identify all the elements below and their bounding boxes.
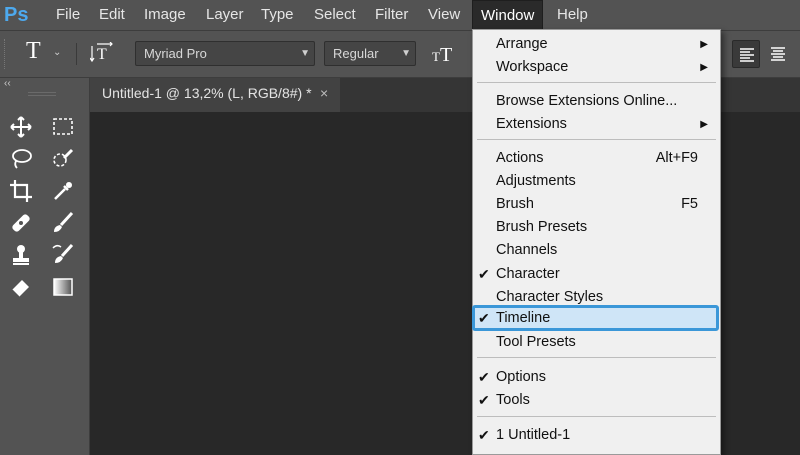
history-brush-icon[interactable] bbox=[50, 242, 76, 268]
menu-item-actions[interactable]: Actions Alt+F9 bbox=[473, 147, 720, 170]
healing-icon[interactable] bbox=[8, 210, 34, 236]
submenu-arrow-icon: ▶ bbox=[700, 62, 708, 73]
options-grip bbox=[4, 39, 8, 69]
menu-item-label: Options bbox=[496, 369, 546, 385]
shortcut-label: F5 bbox=[681, 196, 698, 212]
menu-help[interactable]: Help bbox=[557, 0, 588, 30]
checkmark-icon: ✔ bbox=[478, 392, 490, 408]
menu-type[interactable]: Type bbox=[261, 0, 294, 30]
font-style-select[interactable]: Regular ▼ bbox=[324, 41, 416, 66]
menu-bar: Ps File Edit Image Layer Type Select Fil… bbox=[0, 0, 800, 30]
text-orientation-icon[interactable]: T bbox=[89, 41, 114, 69]
align-center-button[interactable] bbox=[764, 40, 792, 68]
menu-layer[interactable]: Layer bbox=[206, 0, 244, 30]
menu-edit[interactable]: Edit bbox=[99, 0, 125, 30]
menu-item-open-document[interactable]: ✔ 1 Untitled-1 bbox=[473, 424, 720, 447]
font-family-value: Myriad Pro bbox=[144, 46, 207, 61]
menu-item-extensions[interactable]: Extensions ▶ bbox=[473, 113, 720, 136]
menu-view[interactable]: View bbox=[428, 0, 460, 30]
document-tab-title: Untitled-1 @ 13,2% (L, RGB/8#) * bbox=[102, 85, 312, 101]
document-tab[interactable]: Untitled-1 @ 13,2% (L, RGB/8#) * bbox=[90, 78, 340, 112]
menu-item-brush[interactable]: Brush F5 bbox=[473, 193, 720, 216]
chevron-down-icon: ▼ bbox=[300, 48, 310, 59]
close-icon[interactable]: × bbox=[320, 78, 328, 108]
move-icon[interactable] bbox=[8, 114, 34, 140]
menu-item-character[interactable]: ✔ Character bbox=[473, 263, 720, 286]
eyedropper-icon[interactable] bbox=[50, 178, 76, 204]
menu-item-arrange[interactable]: Arrange ▶ bbox=[473, 33, 720, 56]
align-left-button[interactable] bbox=[732, 40, 760, 68]
menu-separator bbox=[477, 357, 716, 358]
font-family-select[interactable]: Myriad Pro ▼ bbox=[135, 41, 315, 66]
font-style-value: Regular bbox=[333, 46, 379, 61]
menu-item-label: Extensions bbox=[496, 116, 567, 132]
chevron-down-icon: ▼ bbox=[401, 48, 411, 59]
photoshop-logo: Ps bbox=[4, 4, 29, 26]
menu-separator bbox=[477, 416, 716, 417]
menu-filter[interactable]: Filter bbox=[375, 0, 408, 30]
menu-item-browse-extensions[interactable]: Browse Extensions Online... bbox=[473, 90, 720, 113]
separator bbox=[76, 43, 77, 65]
submenu-arrow-icon: ▶ bbox=[700, 119, 708, 130]
submenu-arrow-icon: ▶ bbox=[700, 39, 708, 50]
brush-icon[interactable] bbox=[50, 210, 76, 236]
menu-item-label: Tool Presets bbox=[496, 334, 576, 350]
menu-item-tool-presets[interactable]: Tool Presets bbox=[473, 331, 720, 354]
menu-item-label: Actions bbox=[496, 150, 544, 166]
type-tool-preset-icon[interactable]: T bbox=[26, 38, 41, 65]
menu-item-channels[interactable]: Channels bbox=[473, 239, 720, 262]
menu-item-timeline[interactable]: ✔ Timeline bbox=[472, 305, 719, 331]
eraser-icon[interactable] bbox=[8, 274, 34, 300]
menu-item-tools[interactable]: ✔ Tools bbox=[473, 389, 720, 412]
checkmark-icon: ✔ bbox=[478, 369, 490, 385]
checkmark-icon: ✔ bbox=[478, 266, 490, 282]
shortcut-label: Alt+F9 bbox=[655, 150, 698, 166]
menu-item-adjustments[interactable]: Adjustments bbox=[473, 170, 720, 193]
menu-item-label: Tools bbox=[496, 392, 530, 408]
text-size-icon[interactable]: T T bbox=[432, 42, 456, 69]
crop-icon[interactable] bbox=[8, 178, 34, 204]
tools-panel: ‹‹ bbox=[0, 78, 90, 455]
svg-text:T: T bbox=[440, 44, 452, 64]
menu-item-options[interactable]: ✔ Options bbox=[473, 366, 720, 389]
menu-item-label: Timeline bbox=[496, 310, 551, 326]
menu-item-label: Browse Extensions Online... bbox=[496, 93, 678, 109]
svg-text:T: T bbox=[97, 46, 107, 63]
menu-item-label: Arrange bbox=[496, 36, 548, 52]
menu-item-label: Brush bbox=[496, 196, 534, 212]
menu-item-label: 1 Untitled-1 bbox=[496, 427, 571, 443]
quick-select-icon[interactable] bbox=[50, 146, 76, 172]
svg-text:T: T bbox=[432, 49, 440, 64]
menu-window[interactable]: Window bbox=[472, 0, 544, 30]
menu-item-brush-presets[interactable]: Brush Presets bbox=[473, 216, 720, 239]
panel-grip[interactable] bbox=[28, 92, 56, 96]
chevron-down-icon[interactable]: ⌄ bbox=[53, 47, 61, 58]
menu-item-label: Character bbox=[496, 266, 560, 282]
menu-item-label: Adjustments bbox=[496, 173, 576, 189]
gradient-icon[interactable] bbox=[50, 274, 76, 300]
menu-item-label: Brush Presets bbox=[496, 219, 588, 235]
menu-image[interactable]: Image bbox=[144, 0, 186, 30]
window-menu-dropdown: Arrange ▶ Workspace ▶ Browse Extensions … bbox=[472, 29, 721, 455]
menu-select[interactable]: Select bbox=[314, 0, 356, 30]
stamp-icon[interactable] bbox=[8, 242, 34, 268]
align-left-icon bbox=[740, 48, 754, 62]
menu-item-workspace[interactable]: Workspace ▶ bbox=[473, 56, 720, 79]
menu-file[interactable]: File bbox=[56, 0, 80, 30]
lasso-icon[interactable] bbox=[8, 146, 34, 172]
menu-item-label: Workspace bbox=[496, 59, 569, 75]
menu-separator bbox=[477, 139, 716, 140]
collapse-panel-icon[interactable]: ‹‹ bbox=[4, 78, 11, 89]
menu-separator bbox=[477, 82, 716, 83]
menu-item-label: Channels bbox=[496, 242, 558, 258]
checkmark-icon: ✔ bbox=[478, 310, 490, 326]
marquee-icon[interactable] bbox=[50, 114, 76, 140]
align-center-icon bbox=[771, 47, 785, 61]
checkmark-icon: ✔ bbox=[478, 427, 490, 443]
